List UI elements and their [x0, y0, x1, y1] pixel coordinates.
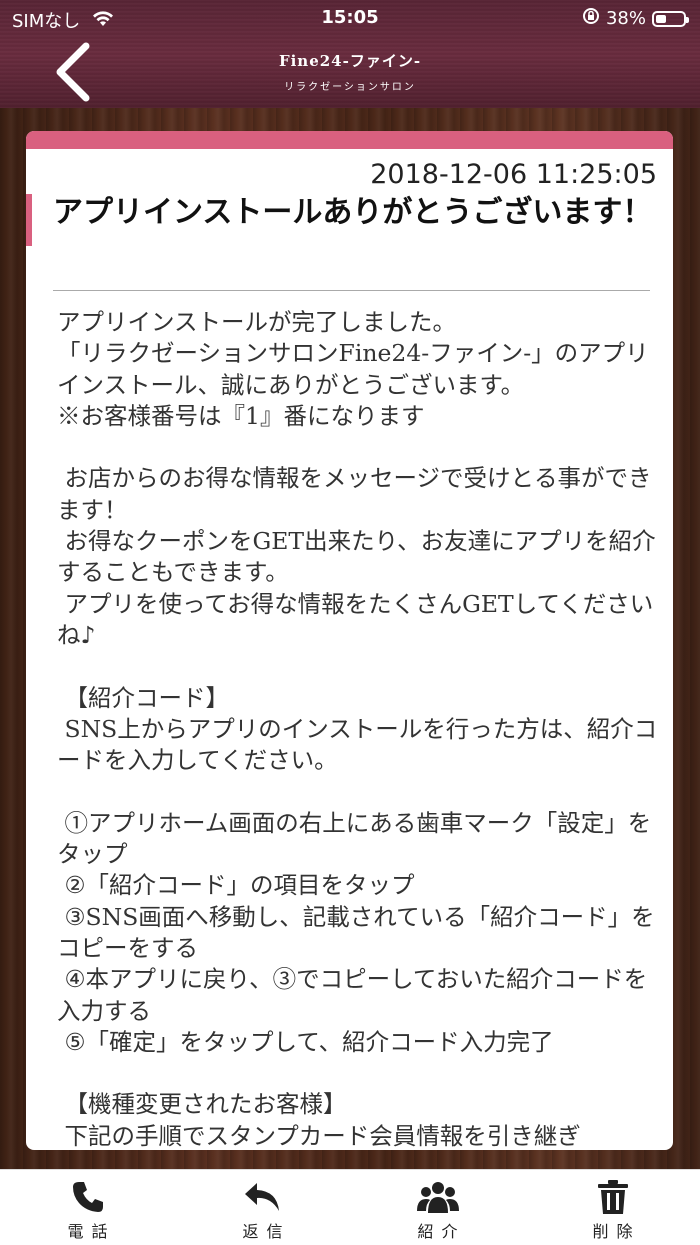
message-card: 2018-12-06 11:25:05 アプリインストールありがとうございます！…	[26, 131, 673, 1150]
tab-reply-label: 返信	[242, 1222, 291, 1241]
page-title: Fine24-ファイン-	[278, 52, 422, 70]
users-icon	[350, 1179, 525, 1215]
tab-delete[interactable]: 削除	[525, 1170, 700, 1245]
app-header: SIMなし 15:05 38% Fine24-ファイン- リラクゼーションサロン	[0, 0, 700, 108]
message-title: アプリインストールありがとうございます！	[53, 195, 653, 230]
phone-icon	[0, 1179, 175, 1215]
divider	[53, 290, 650, 291]
status-bar: SIMなし 15:05 38%	[0, 0, 700, 36]
bottom-tab-bar: 電話 返信 紹介 削除	[0, 1169, 700, 1245]
message-body: アプリインストールが完了しました。 「リラクゼーションサロンFine24-ファイ…	[57, 308, 658, 1150]
orientation-lock-icon	[582, 7, 600, 30]
battery-icon	[652, 10, 689, 27]
message-timestamp: 2018-12-06 11:25:05	[370, 159, 657, 190]
tab-phone-label: 電話	[67, 1222, 116, 1241]
page-subtitle: リラクゼーションサロン	[284, 82, 416, 93]
tab-invite-label: 紹介	[417, 1222, 466, 1241]
tab-delete-label: 削除	[592, 1222, 641, 1241]
battery-percent: 38%	[605, 8, 646, 29]
trash-icon	[525, 1179, 700, 1215]
status-right: 38%	[582, 7, 689, 30]
title-accent-marker	[26, 194, 32, 246]
tab-phone[interactable]: 電話	[0, 1170, 175, 1245]
reply-icon	[175, 1179, 350, 1215]
battery-fill	[656, 14, 666, 23]
tab-reply[interactable]: 返信	[175, 1170, 350, 1245]
tab-invite[interactable]: 紹介	[350, 1170, 525, 1245]
card-accent-bar	[26, 131, 673, 149]
